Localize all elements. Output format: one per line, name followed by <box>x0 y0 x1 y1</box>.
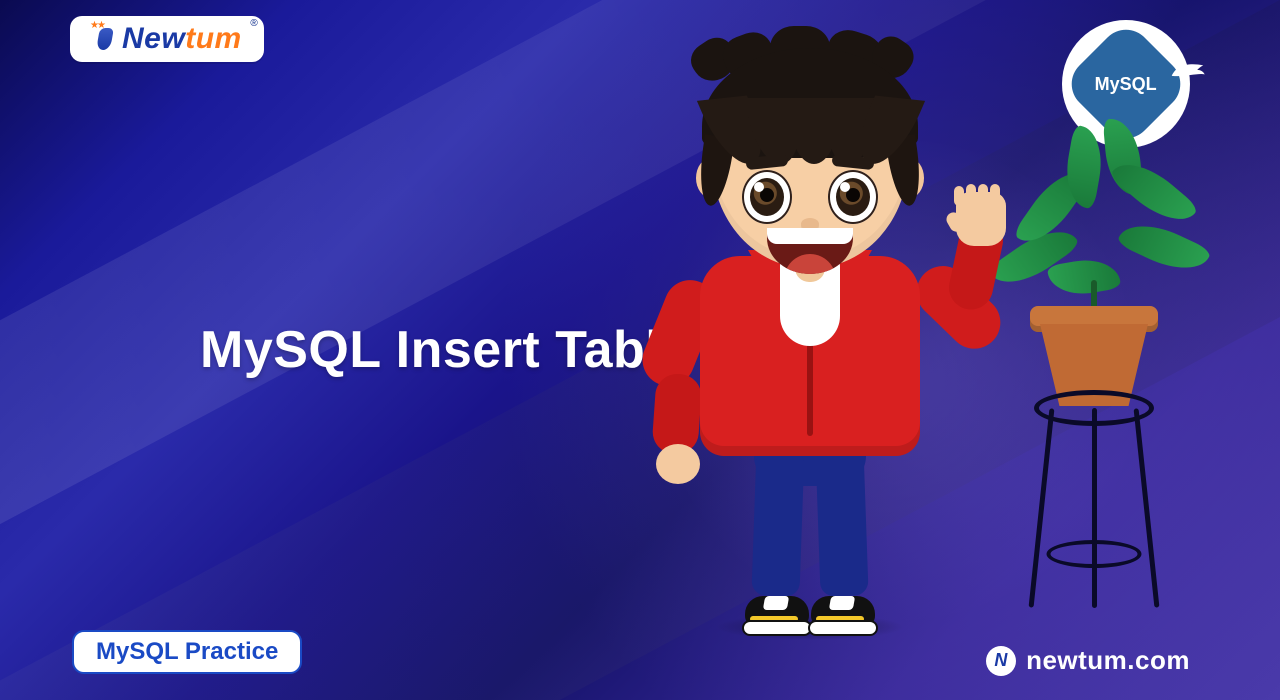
newtum-logo-badge: ★★ Newtum ® <box>70 16 264 62</box>
registered-mark: ® <box>250 18 257 29</box>
domain-text: newtum.com <box>1026 645 1190 676</box>
mysql-dolphin-icon <box>1170 60 1206 80</box>
site-url: N newtum.com <box>986 645 1190 676</box>
mini-logo-icon: N <box>986 646 1016 676</box>
mascot-boy-illustration <box>640 76 980 636</box>
newtum-logo-text: Newtum <box>122 22 242 56</box>
mysql-label: MySQL <box>1095 73 1157 94</box>
newtum-logo-mark-icon: ★★ <box>92 24 120 54</box>
plant-illustration <box>994 200 1194 620</box>
category-tag: MySQL Practice <box>72 630 302 674</box>
page-title: MySQL Insert Table <box>200 320 690 380</box>
thumbnail-canvas: ★★ Newtum ® MySQL MySQL Insert Table <box>0 0 1280 700</box>
